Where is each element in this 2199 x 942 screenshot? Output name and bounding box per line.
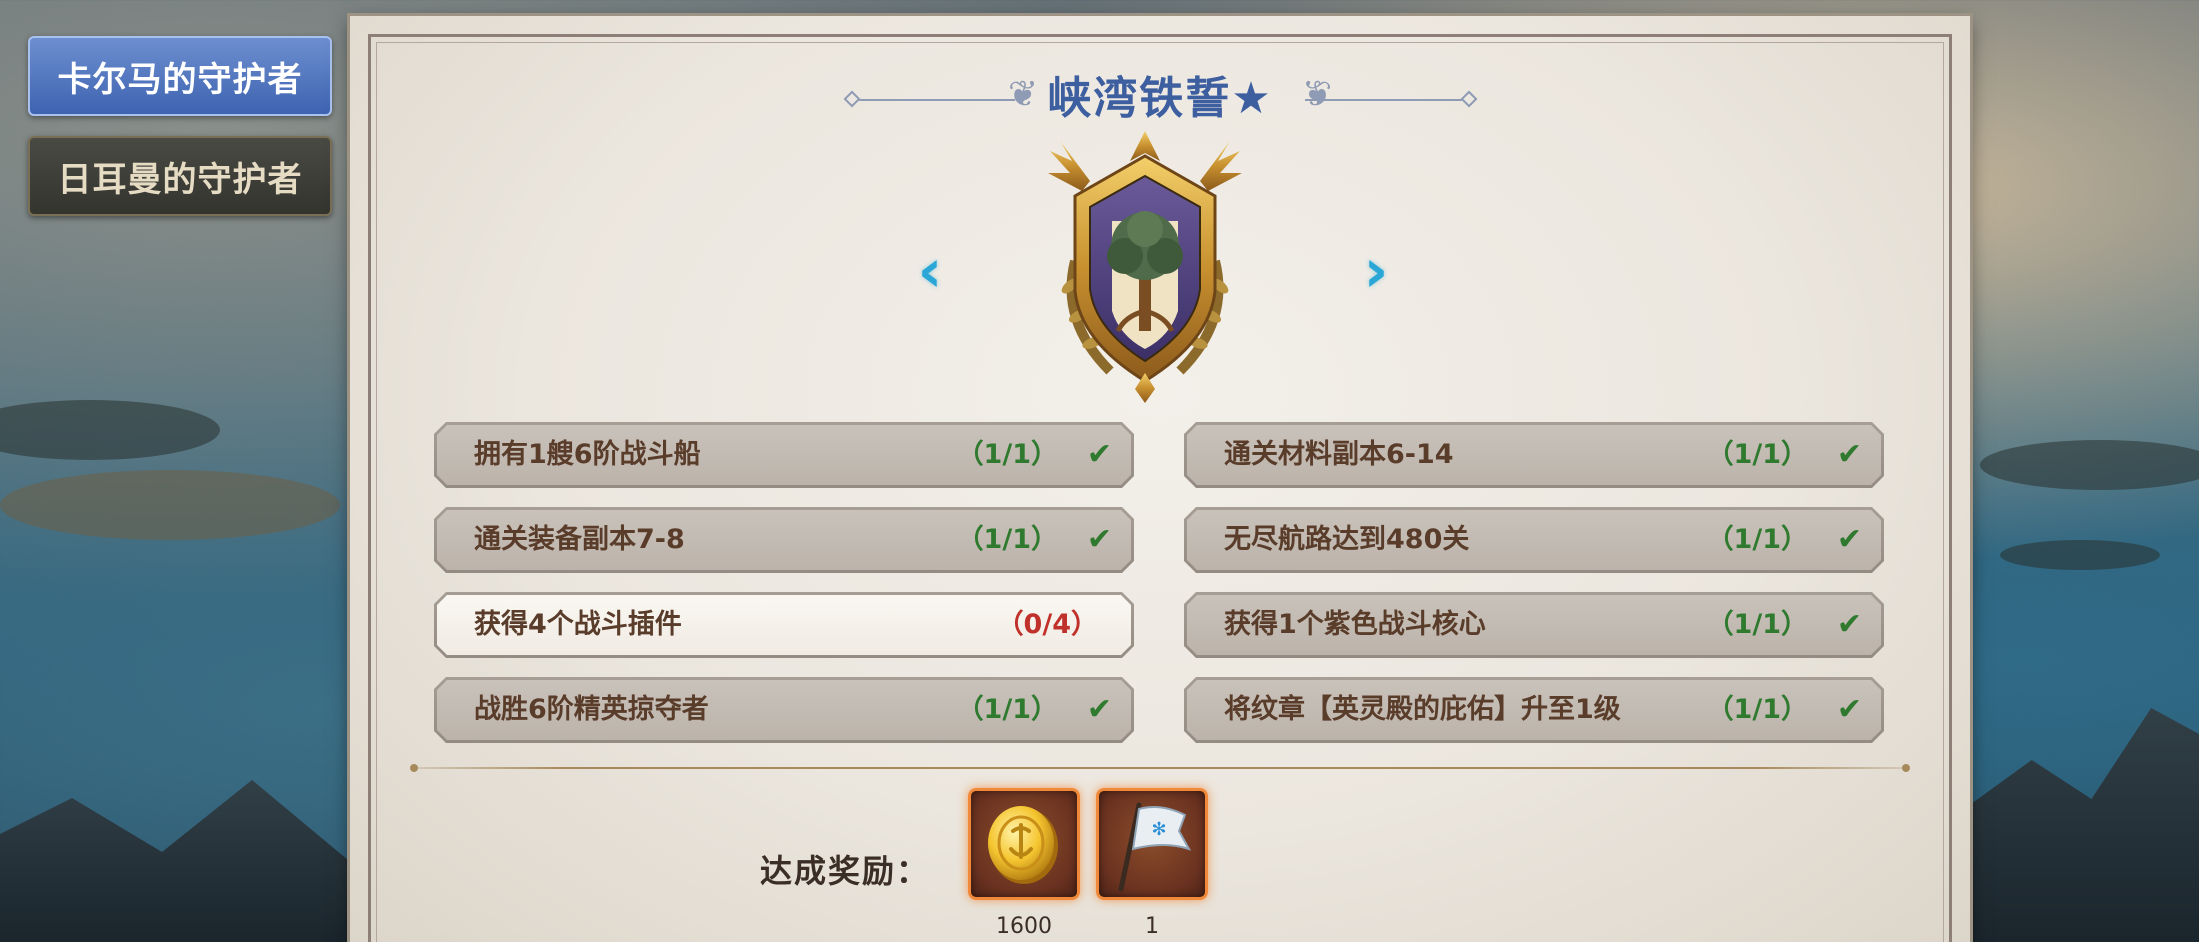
task-item: 通关装备副本7-8 （1/1） ✔ xyxy=(434,507,1134,573)
checkmark-icon: ✔ xyxy=(1086,692,1112,727)
reward-label: 达成奖励： xyxy=(760,852,931,890)
reward-item-coin[interactable] xyxy=(968,788,1080,900)
tab-label: 日耳曼的守护者 xyxy=(57,159,303,200)
task-label: 通关装备副本7-8 xyxy=(474,524,685,555)
task-item: 战胜6阶精英掠夺者 （1/1） ✔ xyxy=(434,677,1134,743)
task-progress: （1/1） xyxy=(1706,609,1808,640)
task-progress: （1/1） xyxy=(1706,694,1808,725)
reward-count: 1 xyxy=(1145,914,1159,939)
checkmark-icon: ✔ xyxy=(1836,437,1862,472)
task-label: 拥有1艘6阶战斗船 xyxy=(474,439,701,470)
banner-flag-icon: ✻ xyxy=(1118,802,1192,892)
task-progress: （1/1） xyxy=(956,439,1058,470)
task-progress: （1/1） xyxy=(956,524,1058,555)
task-progress: （1/1） xyxy=(1706,524,1808,555)
tree-crest-emblem xyxy=(1048,131,1242,403)
task-label: 通关材料副本6-14 xyxy=(1224,439,1454,470)
task-progress: （1/1） xyxy=(1706,439,1808,470)
chevron-right-icon[interactable]: › xyxy=(1356,241,1396,301)
checkmark-icon: ✔ xyxy=(1836,692,1862,727)
background-island xyxy=(0,470,340,540)
background-island xyxy=(2000,540,2160,570)
tab-germany-guardian[interactable]: 日耳曼的守护者 xyxy=(28,136,332,216)
background-island xyxy=(0,400,220,460)
divider-dot xyxy=(1902,764,1910,772)
task-item: 拥有1艘6阶战斗船 （1/1） ✔ xyxy=(434,422,1134,488)
achievement-panel: ❦ ❦ 峡湾铁誓★ ‹ › 拥有1艘6阶战斗船 （1/1） ✔ 通关材料副本6-… xyxy=(350,16,1970,942)
checkmark-icon: ✔ xyxy=(1836,522,1862,557)
task-item: 将纹章【英灵殿的庇佑】升至1级 （1/1） ✔ xyxy=(1184,677,1884,743)
checkmark-icon: ✔ xyxy=(1086,522,1112,557)
divider-dot xyxy=(410,764,418,772)
task-label: 战胜6阶精英掠夺者 xyxy=(474,694,709,725)
background-island xyxy=(1980,440,2199,490)
task-label: 无尽航路达到480关 xyxy=(1224,524,1470,555)
reward-item-banner[interactable]: ✻ xyxy=(1096,788,1208,900)
task-item: 通关材料副本6-14 （1/1） ✔ xyxy=(1184,422,1884,488)
task-label: 获得1个紫色战斗核心 xyxy=(1224,609,1486,640)
task-item: 无尽航路达到480关 （1/1） ✔ xyxy=(1184,507,1884,573)
gold-coin-icon xyxy=(988,806,1058,884)
task-label: 将纹章【英灵殿的庇佑】升至1级 xyxy=(1224,694,1621,725)
chevron-left-icon[interactable]: ‹ xyxy=(910,241,950,301)
checkmark-icon: ✔ xyxy=(1086,437,1112,472)
tab-karma-guardian[interactable]: 卡尔马的守护者 xyxy=(28,36,332,116)
svg-text:✻: ✻ xyxy=(1151,819,1166,840)
task-progress: （0/4） xyxy=(996,609,1098,640)
task-item: 获得1个紫色战斗核心 （1/1） ✔ xyxy=(1184,592,1884,658)
task-progress: （1/1） xyxy=(956,694,1058,725)
task-label: 获得4个战斗插件 xyxy=(474,609,682,640)
reward-count: 1600 xyxy=(996,914,1052,939)
background-cliff xyxy=(1960,708,2199,942)
background-cliff xyxy=(0,780,360,942)
tab-label: 卡尔马的守护者 xyxy=(57,59,303,100)
divider xyxy=(414,767,1906,769)
task-item-pending: 获得4个战斗插件 （0/4） xyxy=(434,592,1134,658)
checkmark-icon: ✔ xyxy=(1836,607,1862,642)
